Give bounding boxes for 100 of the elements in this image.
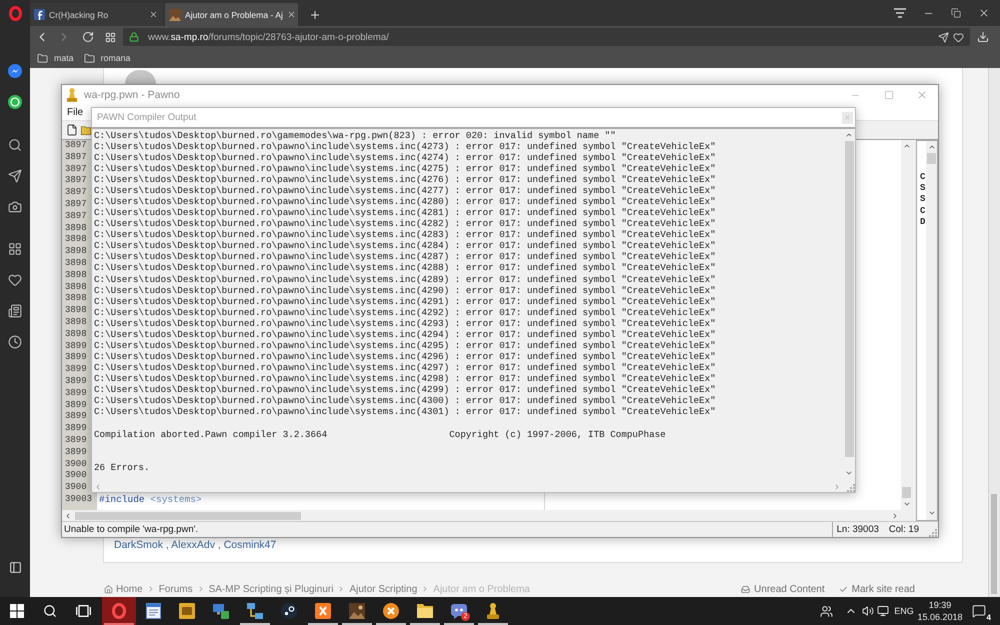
scrollbar[interactable] [926,141,937,520]
error-message: C:\Users\tudos\Desktop\burned.ro\pawno\include\systems.inc(4273) : error 017: undefined symbol "CreateVehicleEx" [94,140,716,152]
notification-icon[interactable] [972,604,986,618]
error-message: C:\Users\tudos\Desktop\burned.ro\pawno\include\systems.inc(4293) : error 017: undefined symbol "CreateVehicleEx" [94,318,716,329]
chat-icon[interactable] [451,604,467,618]
folder-icon[interactable] [81,125,91,135]
monitor-icon[interactable] [876,605,888,617]
line-number: 3899 [65,400,87,412]
heart-icon[interactable] [953,32,964,42]
breadcrumb-link[interactable]: Ajutor Scripting [349,584,418,594]
clock-date[interactable]: 15.06.2018 [917,612,963,622]
scrollbar-thumb[interactable] [844,141,854,457]
cross-circle-icon[interactable] [383,603,399,619]
resize-grip-icon[interactable] [847,484,855,492]
chevron-down-icon[interactable] [928,509,936,517]
grid-icon[interactable] [104,32,116,42]
page-link[interactable]: Mark site read [838,584,915,594]
clock-time[interactable]: 19:39 [928,600,952,610]
function-list-item[interactable]: D [920,216,926,228]
ring-icon[interactable] [111,603,127,619]
heart-icon[interactable] [8,273,22,287]
search-icon[interactable] [42,604,56,618]
phone-bubble-icon[interactable] [8,95,22,109]
chevron-left-icon[interactable] [64,512,72,520]
bookmark-folder[interactable]: mata [37,50,74,66]
code-line: #include <systems> [99,494,202,506]
breadcrumb-link[interactable]: SA-MP Scripting și Pluginuri [208,584,334,594]
scrollbar-thumb[interactable] [902,487,911,498]
notepad-icon[interactable] [146,603,160,619]
address-field[interactable]: www.sa-mp.ro/forums/topic/28763-ajutor-am-o-problema/ [123,28,970,46]
chevron-up-icon[interactable] [845,131,853,139]
chat-bubble-icon[interactable] [8,64,22,78]
download-icon[interactable] [977,31,989,43]
scrollbar-thumb[interactable] [991,494,997,594]
clock-icon[interactable] [8,335,22,349]
error-message: C:\Users\tudos\Desktop\burned.ro\pawno\include\systems.inc(4288) : error 017: undefined symbol "CreateVehicleEx" [94,262,716,274]
monitor-lock-icon[interactable] [213,603,229,619]
sidebar-toggle-icon[interactable] [8,561,22,574]
error-message: C:\Users\tudos\Desktop\burned.ro\pawno\include\systems.inc(4287) : error 017: undefined symbol "CreateVehicleEx" [94,251,716,262]
scrollbar[interactable] [988,68,1000,597]
line-number: 3898 [65,258,87,270]
browser-tab[interactable]: Cr(H)acking Ro [30,3,163,26]
camera-icon[interactable] [8,200,22,214]
people-icon[interactable] [820,604,832,618]
line-number: 3900 [65,482,87,494]
browser-tab[interactable]: Ajutor am o Problema - Aj [165,3,298,26]
lock-icon [129,32,139,42]
chevron-down-icon[interactable] [845,469,853,477]
chevron-down-icon[interactable] [902,500,910,508]
error-message: C:\Users\tudos\Desktop\burned.ro\pawno\include\systems.inc(4289) : error 017: undefined symbol "CreateVehicleEx" [94,274,716,285]
network-icon[interactable] [247,603,263,619]
speaker-icon[interactable] [862,605,874,617]
menu-icon[interactable] [894,8,906,18]
tile-icon[interactable] [179,603,195,619]
bookmark-folder[interactable]: romana [84,50,130,66]
inbox-icon [741,584,750,594]
send-icon[interactable] [8,169,22,183]
folder-icon[interactable] [417,604,433,618]
chevron-up-icon[interactable] [902,142,910,150]
scrollbar-thumb[interactable] [927,153,936,164]
compile-summary: Compilation aborted.Pawn compiler 3.2.3664 [94,428,328,440]
function-list-item[interactable]: S [920,194,926,206]
restore-icon[interactable] [951,8,961,18]
new-file-icon[interactable] [66,124,78,136]
picture-icon[interactable] [349,603,365,619]
language-indicator[interactable]: ENG [894,606,914,616]
copyright-notice: Copyright (c) 1997-2006, ITB CompuPhase [449,428,666,440]
function-list-item[interactable]: C [920,206,926,217]
window-panes-icon[interactable] [10,604,24,618]
line-number: 3899 [65,340,87,352]
chevron-up-icon[interactable] [928,143,936,151]
breadcrumb-link[interactable]: Home [104,584,143,594]
error-message: C:\Users\tudos\Desktop\burned.ro\pawno\include\systems.inc(4294) : error 017: undefined symbol "CreateVehicleEx" [94,328,716,340]
send-icon[interactable] [938,32,949,42]
pawn-icon[interactable] [486,603,500,619]
breadcrumb-link[interactable]: Forums [158,584,193,594]
cross-tile-icon[interactable] [315,603,331,619]
reload-icon[interactable] [82,31,94,43]
close-icon[interactable] [149,10,158,19]
status-message: Unable to compile 'wa-rpg.pwn'. [64,524,198,535]
close-icon[interactable] [978,7,990,19]
scrollbar-thumb[interactable] [75,512,301,520]
plus-icon[interactable] [309,8,321,20]
search-icon[interactable] [8,138,22,152]
news-icon[interactable] [8,304,22,318]
cursor-line: Ln: 39003 [836,524,879,535]
page-link[interactable]: Unread Content [741,584,825,594]
function-list-item[interactable]: C [920,172,926,184]
maximize-icon[interactable] [884,90,894,100]
close-icon[interactable] [286,10,296,19]
logo-icon[interactable] [8,6,22,20]
menu-item[interactable]: File [67,107,90,118]
line-number: 3898 [65,234,87,246]
grid-icon[interactable] [8,242,22,256]
task-view-icon[interactable] [76,605,90,617]
line-number: 3897 [65,164,87,176]
function-list-item[interactable]: S [920,183,926,194]
resize-grip-icon[interactable] [929,529,937,537]
chevron-right-icon[interactable] [891,512,899,520]
disc-icon[interactable] [281,603,297,619]
